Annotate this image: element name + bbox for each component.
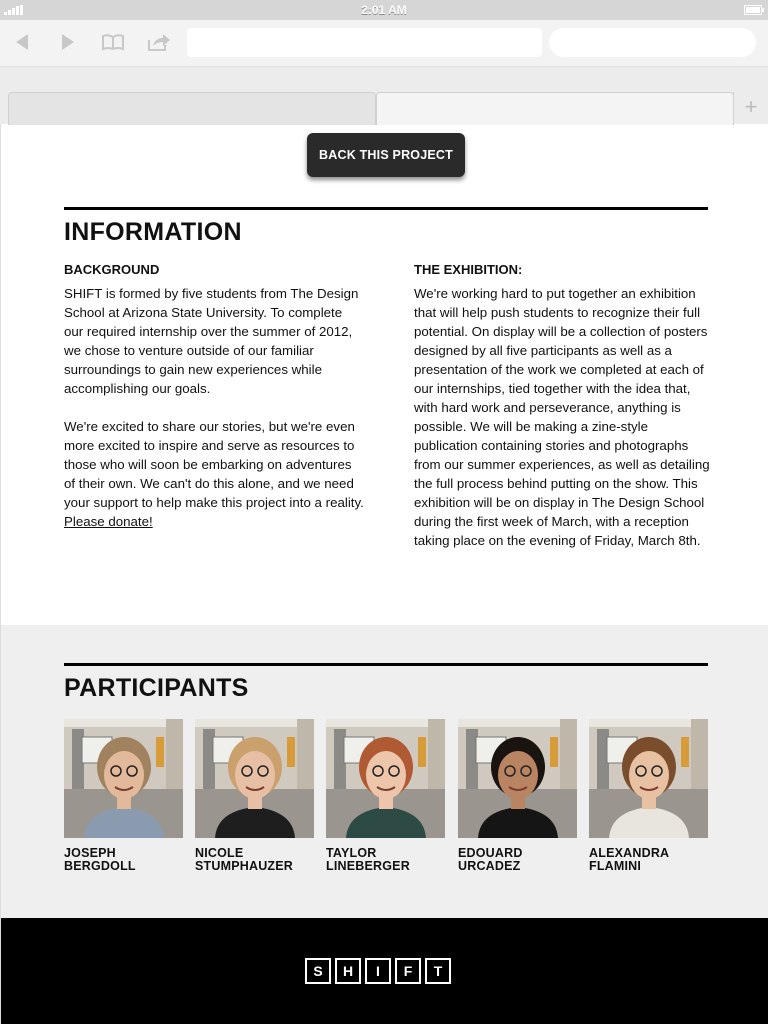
- footer: SHIFT: [1, 918, 768, 1024]
- participant-last-name: FLAMINI: [589, 859, 642, 873]
- participant-name: TAYLOR LINEBERGER: [326, 847, 445, 873]
- participant-name: EDOUARD URCADEZ: [458, 847, 577, 873]
- forward-arrow-icon[interactable]: [56, 31, 80, 53]
- participants-heading: PARTICIPANTS: [64, 674, 249, 702]
- background-column: BACKGROUND SHIFT is formed by five stude…: [64, 260, 364, 550]
- logo-letter: T: [425, 958, 451, 984]
- participant-last-name: URCADEZ: [458, 859, 521, 873]
- participant-card[interactable]: JOSEPH BERGDOLL: [64, 719, 183, 873]
- information-section: BACK THIS PROJECT INFORMATION BACKGROUND…: [1, 124, 768, 624]
- logo-letter: H: [335, 958, 361, 984]
- participant-card[interactable]: ALEXANDRA FLAMINI: [589, 719, 708, 873]
- section-divider: [64, 207, 708, 210]
- browser-toolbar: [0, 20, 768, 67]
- information-heading: INFORMATION: [64, 218, 242, 246]
- participant-name: JOSEPH BERGDOLL: [64, 847, 183, 873]
- background-paragraph-1: SHIFT is formed by five students from Th…: [64, 286, 359, 396]
- tab-strip: +: [0, 67, 768, 125]
- participant-card[interactable]: TAYLOR LINEBERGER: [326, 719, 445, 873]
- background-title: BACKGROUND: [64, 262, 160, 277]
- participant-photo: [64, 719, 183, 838]
- shift-logo[interactable]: SHIFT: [305, 958, 451, 984]
- participant-name: NICOLE STUMPHAUZER: [195, 847, 314, 873]
- logo-letter: I: [365, 958, 391, 984]
- exhibition-column: THE EXHIBITION: We're working hard to pu…: [414, 260, 714, 569]
- exhibition-title: THE EXHIBITION:: [414, 262, 523, 277]
- participant-photo: [326, 719, 445, 838]
- participant-name: ALEXANDRA FLAMINI: [589, 847, 708, 873]
- search-field[interactable]: [549, 28, 756, 57]
- back-arrow-icon[interactable]: [10, 31, 34, 53]
- section-divider: [64, 663, 708, 666]
- participant-photo: [589, 719, 708, 838]
- new-tab-button[interactable]: +: [733, 92, 768, 124]
- logo-letter: S: [305, 958, 331, 984]
- tab-inactive[interactable]: [8, 92, 376, 125]
- donate-link[interactable]: Please donate!: [64, 514, 153, 529]
- status-time: 2:01 AM: [361, 3, 407, 17]
- share-icon[interactable]: [146, 31, 172, 53]
- participant-card[interactable]: NICOLE STUMPHAUZER: [195, 719, 314, 873]
- participant-last-name: BERGDOLL: [64, 859, 136, 873]
- participants-section: PARTICIPANTS JOSEPH BERGDOLL NICOLE STUMPHA…: [1, 625, 768, 918]
- back-this-project-button[interactable]: BACK THIS PROJECT: [307, 133, 465, 177]
- participant-photo: [195, 719, 314, 838]
- exhibition-paragraph: We're working hard to put together an ex…: [414, 286, 710, 548]
- background-paragraph-2: We're excited to share our stories, but …: [64, 417, 364, 531]
- participant-photo: [458, 719, 577, 838]
- logo-letter: F: [395, 958, 421, 984]
- book-icon[interactable]: [100, 31, 126, 53]
- participant-last-name: LINEBERGER: [326, 859, 410, 873]
- participant-card[interactable]: EDOUARD URCADEZ: [458, 719, 577, 873]
- battery-icon: [744, 5, 764, 15]
- participant-last-name: STUMPHAUZER: [195, 859, 294, 873]
- page-content: BACK THIS PROJECT INFORMATION BACKGROUND…: [0, 124, 768, 1024]
- url-field[interactable]: [187, 28, 542, 57]
- status-bar: 2:01 AM: [0, 0, 768, 20]
- background-paragraph-2-text: We're excited to share our stories, but …: [64, 419, 364, 510]
- tab-active[interactable]: [376, 92, 734, 125]
